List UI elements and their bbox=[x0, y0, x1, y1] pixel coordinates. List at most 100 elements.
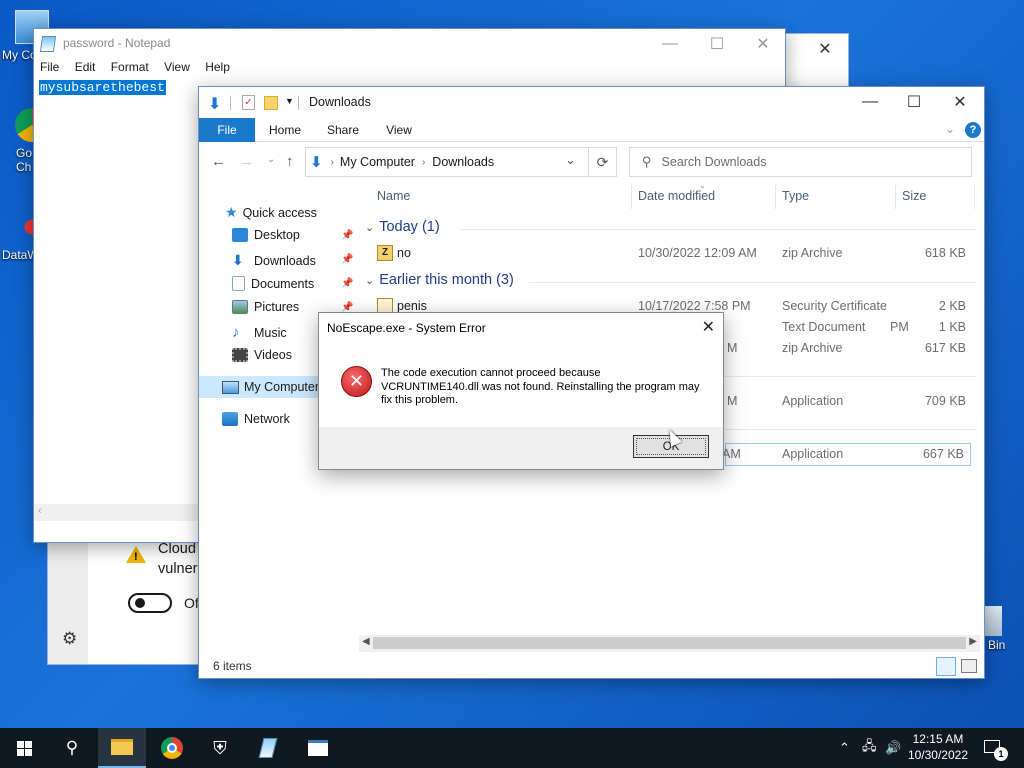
taskbar-notepad[interactable] bbox=[244, 728, 292, 768]
videos-icon bbox=[232, 348, 248, 362]
details-view-icon[interactable] bbox=[936, 657, 956, 676]
breadcrumb-downloads[interactable]: Downloads bbox=[432, 155, 494, 169]
column-type[interactable]: Type bbox=[782, 189, 809, 203]
pin-icon[interactable]: 📌 bbox=[341, 230, 353, 241]
back-arrow-icon[interactable]: ← bbox=[211, 153, 226, 170]
warning-text: Cloud vulner bbox=[158, 541, 198, 577]
horizontal-scrollbar[interactable]: ◀ ▶ bbox=[359, 635, 980, 652]
minimize-button[interactable]: — bbox=[847, 87, 893, 117]
folder-icon bbox=[111, 739, 133, 755]
network-tray-icon[interactable]: 🖧 bbox=[862, 728, 877, 768]
volume-icon[interactable]: 🔊 bbox=[885, 728, 901, 768]
scroll-right-icon[interactable]: ▶ bbox=[969, 636, 977, 647]
column-divider[interactable] bbox=[775, 185, 776, 209]
nav-desktop[interactable]: Desktop bbox=[232, 228, 300, 242]
close-icon[interactable]: ✕ bbox=[702, 317, 715, 337]
search-input[interactable]: ⚲ Search Downloads bbox=[629, 147, 972, 177]
column-divider[interactable] bbox=[631, 185, 632, 209]
status-item-count: 6 items bbox=[213, 659, 252, 673]
column-name[interactable]: Name bbox=[377, 189, 410, 203]
pin-icon[interactable]: 📌 bbox=[341, 278, 353, 289]
notepad-text-selection[interactable]: mysubsarethebest bbox=[39, 80, 166, 95]
group-divider bbox=[529, 282, 976, 283]
new-folder-icon[interactable] bbox=[264, 96, 278, 110]
error-dialog: NoEscape.exe - System Error ✕ ✕ The code… bbox=[318, 312, 724, 470]
notepad-title: password - Notepad bbox=[63, 36, 171, 50]
menu-edit[interactable]: Edit bbox=[75, 60, 96, 74]
nav-videos[interactable]: Videos bbox=[232, 348, 292, 362]
maximize-button[interactable]: ☐ bbox=[694, 29, 740, 59]
nav-music[interactable]: ♪ Music bbox=[232, 324, 287, 341]
file-row-selected[interactable]: AM Application 667 KB bbox=[722, 443, 971, 466]
scroll-thumb[interactable] bbox=[373, 637, 966, 649]
minimize-button[interactable]: — bbox=[647, 29, 693, 59]
search-icon: ⚲ bbox=[65, 738, 79, 757]
menu-format[interactable]: Format bbox=[111, 60, 149, 74]
shield-icon: ⛨ bbox=[213, 737, 227, 758]
taskbar-chrome[interactable] bbox=[148, 728, 196, 768]
nav-downloads[interactable]: ⬇ Downloads bbox=[232, 252, 316, 269]
refresh-icon[interactable]: ⟳ bbox=[589, 147, 617, 177]
notepad-menubar: File Edit Format View Help bbox=[40, 60, 242, 74]
tab-view[interactable]: View bbox=[377, 118, 421, 142]
menu-file[interactable]: File bbox=[40, 60, 59, 74]
scroll-left-icon[interactable]: ‹ bbox=[38, 505, 42, 517]
help-icon[interactable]: ? bbox=[965, 122, 981, 138]
close-button[interactable]: ✕ bbox=[740, 29, 786, 59]
column-date-modified[interactable]: Date modified bbox=[638, 189, 715, 203]
column-divider[interactable] bbox=[895, 185, 896, 209]
breadcrumb-my-computer[interactable]: My Computer bbox=[340, 155, 415, 169]
file-row[interactable]: Z no 10/30/2022 12:09 AM zip Archive 618… bbox=[369, 243, 972, 264]
toggle-label: Of bbox=[184, 595, 199, 611]
nav-network[interactable]: Network bbox=[222, 412, 290, 426]
customize-dropdown-icon[interactable]: ▼ bbox=[285, 96, 294, 106]
error-icon: ✕ bbox=[341, 366, 372, 397]
large-icons-view-icon[interactable] bbox=[961, 659, 977, 673]
start-button[interactable] bbox=[0, 728, 48, 768]
computer-icon bbox=[222, 380, 239, 394]
notepad-titlebar[interactable]: password - Notepad — ☐ ✕ bbox=[34, 29, 785, 59]
group-earlier-this-month[interactable]: ⌄ Earlier this month (3) bbox=[365, 272, 514, 288]
pin-icon[interactable]: 📌 bbox=[341, 254, 353, 265]
recent-dropdown-icon[interactable]: ⌄ bbox=[267, 154, 275, 165]
quick-download-icon[interactable]: ⬇ bbox=[208, 94, 221, 114]
search-button[interactable]: ⚲ bbox=[48, 728, 96, 768]
forward-arrow-icon[interactable]: → bbox=[239, 153, 254, 170]
nav-my-computer[interactable]: My Computer bbox=[199, 376, 321, 398]
notepad-icon bbox=[39, 36, 57, 52]
nav-quick-access[interactable]: ★ Quick access bbox=[225, 204, 317, 221]
column-divider[interactable] bbox=[974, 185, 975, 209]
tab-home[interactable]: Home bbox=[263, 118, 307, 142]
close-button[interactable]: ✕ bbox=[937, 87, 983, 117]
settings-gear-icon[interactable]: ⚙ bbox=[62, 629, 77, 649]
menu-help[interactable]: Help bbox=[205, 60, 230, 74]
close-button[interactable]: ✕ bbox=[802, 34, 848, 64]
windows-logo-icon bbox=[16, 740, 32, 756]
nav-documents[interactable]: Documents bbox=[232, 276, 314, 291]
ribbon-expand-icon[interactable]: ⌄ bbox=[945, 122, 955, 136]
separator bbox=[230, 96, 231, 110]
explorer-titlebar[interactable]: ⬇ ✓ ▼ Downloads — ☐ ✕ bbox=[199, 87, 984, 117]
recycle-bin-icon bbox=[982, 606, 1002, 636]
tab-file[interactable]: File bbox=[199, 118, 255, 142]
taskbar-app-window[interactable] bbox=[294, 728, 342, 768]
properties-icon[interactable]: ✓ bbox=[242, 95, 255, 110]
system-clock[interactable]: 12:15 AM 10/30/2022 bbox=[908, 731, 968, 763]
tab-share[interactable]: Share bbox=[321, 118, 365, 142]
menu-view[interactable]: View bbox=[164, 60, 190, 74]
maximize-button[interactable]: ☐ bbox=[891, 87, 937, 117]
address-bar[interactable]: ⬇ › My Computer › Downloads ⌄ bbox=[305, 147, 589, 177]
taskbar-file-explorer[interactable] bbox=[98, 728, 146, 768]
nav-pictures[interactable]: Pictures bbox=[232, 300, 299, 314]
tray-chevron-icon[interactable]: ⌃ bbox=[839, 728, 850, 768]
scroll-left-icon[interactable]: ◀ bbox=[362, 636, 370, 647]
settings-toggle[interactable] bbox=[128, 593, 172, 613]
documents-icon bbox=[232, 276, 245, 291]
address-dropdown-icon[interactable]: ⌄ bbox=[565, 152, 576, 168]
group-today[interactable]: ⌄ Today (1) bbox=[365, 219, 440, 235]
column-size[interactable]: Size bbox=[902, 189, 926, 203]
group-divider bbox=[459, 229, 976, 230]
notepad-hscroll[interactable]: ‹ bbox=[34, 504, 198, 521]
taskbar-security[interactable]: ⛨ bbox=[196, 728, 244, 768]
up-arrow-icon[interactable]: ↑ bbox=[286, 153, 294, 170]
